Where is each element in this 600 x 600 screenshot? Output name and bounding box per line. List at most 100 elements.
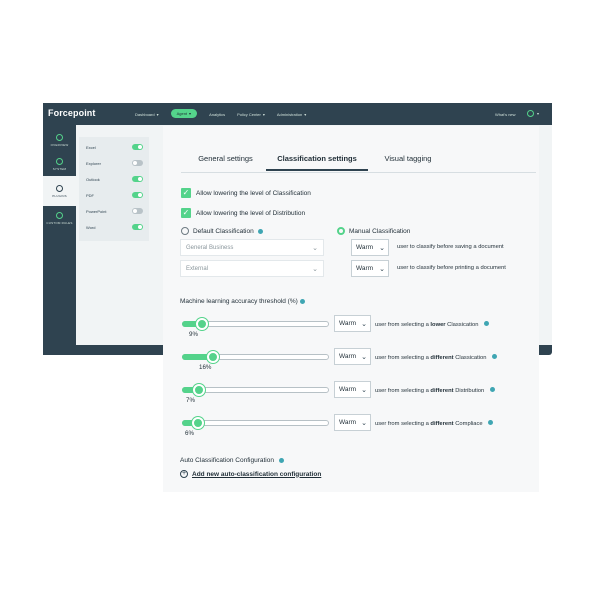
sidebar-item-plugins[interactable]: PLUGINS — [43, 176, 76, 206]
top-navigation-bar: Forcepoint Dashboard ▾ Agent ▾ Analytics P… — [43, 103, 552, 125]
top-nav: Dashboard ▾ Agent ▾ Analytics Policy Cente… — [135, 109, 306, 118]
ml-slider-different-compliance[interactable] — [182, 417, 329, 429]
chevron-down-icon: ⌄ — [379, 265, 385, 273]
plugin-toggle[interactable] — [132, 192, 143, 198]
classification-settings-card: General settings Classification settings… — [163, 126, 539, 492]
checkbox-label: Allow lowering the level of Classificati… — [196, 189, 311, 197]
plugin-toggle[interactable] — [132, 208, 143, 214]
plugin-row-excel: Excel — [86, 142, 143, 152]
nav-dashboard[interactable]: Dashboard ▾ — [135, 112, 159, 117]
chevron-down-icon: ⌄ — [312, 244, 318, 252]
tab-visual-tagging[interactable]: Visual tagging — [368, 154, 448, 171]
plugin-label: PDF — [86, 192, 94, 198]
plugin-label: Outlook — [86, 176, 100, 182]
plugin-icon — [56, 184, 63, 192]
sidebar-item-label: CUSTOM RULES — [46, 220, 73, 225]
chevron-down-icon: ⌄ — [379, 244, 385, 252]
settings-tabs: General settings Classification settings… — [185, 154, 448, 171]
ml-row-text-3: user from selecting a different Distribu… — [375, 387, 495, 394]
user-menu-chevron-icon[interactable]: ▾ — [537, 111, 539, 116]
slider-value: 9% — [189, 331, 198, 338]
chevron-down-icon: ⌄ — [312, 265, 318, 273]
allow-lowering-classification-row: ✓ Allow lowering the level of Classifica… — [181, 188, 311, 198]
info-icon[interactable] — [278, 458, 284, 463]
plugin-label: PowerPoint — [86, 208, 107, 214]
plugin-toggle[interactable] — [132, 144, 143, 150]
ml-row-text-1: user from selecting a lower Classication — [375, 321, 490, 328]
plugin-row-explorer: Explorer — [86, 158, 143, 168]
ml-row-text-2: user from selecting a different Classica… — [375, 354, 498, 361]
info-icon[interactable] — [257, 228, 263, 234]
nav-agent[interactable]: Agent ▾ — [170, 109, 198, 118]
radio-label: Default Classification — [193, 227, 254, 235]
sidebar-item-label: OVERVIEW — [50, 142, 69, 147]
overview-icon — [56, 133, 63, 141]
auto-classification-title: Auto Classification Configuration — [180, 457, 284, 464]
info-icon[interactable] — [489, 387, 495, 392]
ml-slider-lower-classification[interactable] — [182, 318, 329, 330]
allow-lowering-distribution-row: ✓ Allow lowering the level of Distributi… — [181, 208, 305, 218]
tab-general-settings[interactable]: General settings — [185, 154, 266, 171]
ml-warn-select-4[interactable]: Warm ⌄ — [334, 414, 371, 431]
nav-policy-center[interactable]: Policy Center ▾ — [237, 112, 265, 117]
info-icon[interactable] — [484, 321, 490, 326]
plugin-label: Explorer — [86, 160, 101, 166]
ml-slider-different-classification[interactable] — [182, 351, 329, 363]
chevron-down-icon: ⌄ — [361, 419, 367, 427]
whats-new-link[interactable]: What's new — [495, 112, 516, 117]
ml-warn-select-1[interactable]: Warm ⌄ — [334, 315, 371, 332]
sidebar-item-system[interactable]: SYSTEM — [43, 149, 76, 179]
default-distribution-select[interactable]: External ⌄ — [180, 260, 324, 277]
plugin-label: Excel — [86, 144, 96, 150]
sidebar-item-label: SYSTEM — [52, 166, 67, 171]
slider-thumb[interactable] — [207, 351, 219, 363]
nav-analytics[interactable]: Analytics — [209, 112, 225, 117]
add-link-label: Add new auto-classification configuratio… — [192, 470, 322, 478]
default-classification-radio[interactable] — [181, 227, 189, 235]
ml-row-text-4: user from selecting a different Compliac… — [375, 420, 494, 427]
chevron-down-icon: ⌄ — [361, 320, 367, 328]
print-warn-text: user to classify before printing a docum… — [397, 265, 506, 271]
allow-lowering-distribution-checkbox[interactable]: ✓ — [181, 208, 191, 218]
tab-classification-settings[interactable]: Classification settings — [266, 154, 368, 171]
checkbox-label: Allow lowering the level of Distribution — [196, 209, 306, 217]
save-warn-select[interactable]: Warm ⌄ — [351, 239, 389, 256]
info-icon[interactable] — [488, 420, 494, 425]
slider-thumb[interactable] — [193, 384, 205, 396]
slider-thumb[interactable] — [196, 318, 208, 330]
manual-classification-option: Manual Classification — [337, 227, 410, 235]
plugin-row-word: Word — [86, 222, 143, 232]
default-classification-select[interactable]: General Business ⌄ — [180, 239, 324, 256]
save-warn-text: user to classify before saving a documen… — [397, 244, 504, 250]
plugin-row-pdf: PDF — [86, 190, 143, 200]
forcepoint-logo[interactable]: Forcepoint — [48, 108, 96, 118]
ml-threshold-title: Machine learning accuracy threshold (%) — [180, 298, 305, 305]
info-icon[interactable] — [492, 354, 498, 359]
slider-value: 7% — [186, 397, 195, 404]
slider-thumb[interactable] — [192, 417, 204, 429]
plugin-row-powerpoint: PowerPoint — [86, 206, 143, 216]
info-icon[interactable] — [299, 299, 305, 304]
ml-warn-select-2[interactable]: Warm ⌄ — [334, 348, 371, 365]
plus-circle-icon: + — [180, 470, 188, 478]
left-sidebar: OVERVIEW SYSTEM PLUGINS CUSTOM RULES — [43, 125, 76, 355]
ml-slider-different-distribution[interactable] — [182, 384, 329, 396]
allow-lowering-classification-checkbox[interactable]: ✓ — [181, 188, 191, 198]
chevron-down-icon: ⌄ — [361, 386, 367, 394]
sidebar-item-custom-rules[interactable]: CUSTOM RULES — [43, 203, 76, 233]
plugin-toggle[interactable] — [132, 176, 143, 182]
user-avatar-icon[interactable] — [527, 110, 534, 117]
nav-administration[interactable]: Administration ▾ — [277, 112, 306, 117]
plugin-toggle[interactable] — [132, 160, 143, 166]
plugin-toggle[interactable] — [132, 224, 143, 230]
custom-rules-icon — [56, 211, 63, 219]
ml-warn-select-3[interactable]: Warm ⌄ — [334, 381, 371, 398]
radio-label: Manual Classification — [349, 227, 411, 235]
print-warn-select[interactable]: Warm ⌄ — [351, 260, 389, 277]
plugin-row-outlook: Outlook — [86, 174, 143, 184]
system-icon — [56, 157, 63, 165]
chevron-down-icon: ⌄ — [361, 353, 367, 361]
add-auto-classification-link[interactable]: + Add new auto-classification configurat… — [180, 470, 321, 478]
manual-classification-radio[interactable] — [337, 227, 345, 235]
default-classification-option: Default Classification — [181, 227, 263, 235]
